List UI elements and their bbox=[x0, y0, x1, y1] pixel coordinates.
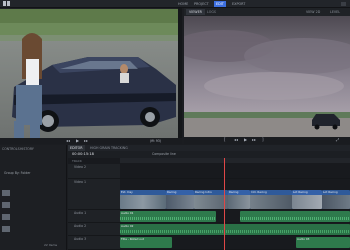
clip-label: Title - Rolled out bbox=[121, 237, 144, 241]
clip-label: Audio 03 bbox=[297, 237, 310, 241]
timeline-ruler[interactable] bbox=[120, 158, 350, 163]
level-select[interactable]: LEVEL bbox=[330, 9, 340, 15]
step-forward-icon[interactable]: ▸▸ bbox=[252, 137, 256, 143]
app-logo bbox=[3, 1, 13, 7]
step-back-icon[interactable]: ◂◂ bbox=[66, 138, 70, 144]
track-name: Audio 2 bbox=[74, 224, 87, 228]
track-name: Audio 1 bbox=[74, 211, 87, 215]
in-point-icon[interactable]: [ bbox=[224, 137, 226, 143]
track-lane-video-2[interactable] bbox=[120, 164, 350, 179]
clip-label: Lot Racing bbox=[323, 190, 338, 194]
workspace-edit[interactable]: EDIT bbox=[214, 1, 226, 7]
clip-label: Racing Intro bbox=[195, 190, 212, 194]
clip-label: Intr. Racing bbox=[251, 190, 267, 194]
media-thumbnail bbox=[2, 202, 10, 208]
track-lane-audio-2[interactable]: Audio 02 bbox=[120, 223, 350, 236]
media-bin-panel: CONTROLS HISTORY Group By: Folder 22 ite… bbox=[0, 145, 67, 250]
program-viewer-panel: VIEWER LOGS VIEW 2D LEVEL [ ◂◂ ▶ ▸▸] ⤢ bbox=[184, 8, 350, 144]
media-scrollbar[interactable] bbox=[178, 8, 182, 138]
tab-history[interactable]: HISTORY bbox=[20, 146, 34, 152]
timeline-panel: EDITOR HIGH GRAIN TRACKING 00:00:15:18 C… bbox=[68, 145, 350, 250]
track-header-video-1[interactable]: Video 1 bbox=[68, 179, 120, 210]
video-clip[interactable]: Racing bbox=[166, 190, 194, 209]
tab-logs[interactable]: LOGS bbox=[204, 9, 219, 15]
video-clip[interactable]: Ext. Day bbox=[120, 190, 166, 209]
media-thumbnail bbox=[2, 190, 10, 196]
audio-clip[interactable]: Audio 03 bbox=[296, 237, 350, 248]
media-viewer-panel: ◂◂ ▶ ▸▸ (fit 93) bbox=[0, 8, 182, 144]
media-preview-image bbox=[0, 9, 178, 138]
track-header-video-2[interactable]: Video 2 bbox=[68, 164, 120, 179]
track-name: Video 2 bbox=[74, 165, 86, 169]
track-header: TRACK bbox=[72, 159, 82, 163]
list-item[interactable] bbox=[2, 190, 64, 197]
list-item[interactable] bbox=[2, 214, 64, 221]
clip-label: Racing bbox=[229, 190, 239, 194]
playhead[interactable] bbox=[224, 158, 225, 250]
group-by-select[interactable]: Group By: Folder bbox=[4, 171, 31, 175]
clip-label: Audio 01 bbox=[121, 211, 134, 215]
track-lane-audio-3[interactable]: Title - Rolled out Audio 03 bbox=[120, 236, 350, 250]
timeline-toolbar: 00:00:15:18 Composite line bbox=[68, 151, 350, 158]
audio-clip[interactable] bbox=[240, 211, 350, 222]
audio-clip[interactable]: Title - Rolled out bbox=[120, 237, 172, 248]
clip-label: Ext. Day bbox=[121, 190, 133, 194]
view-mode-select[interactable]: VIEW 2D bbox=[306, 9, 320, 15]
timecode-display[interactable]: 00:00:15:18 bbox=[72, 152, 94, 156]
viewer-tabs: VIEWER LOGS VIEW 2D LEVEL bbox=[184, 8, 350, 16]
play-icon[interactable]: ▶ bbox=[244, 137, 247, 143]
track-name: Video 1 bbox=[74, 180, 86, 184]
viewer-controls-bar: [ ◂◂ ▶ ▸▸ ] ⤢ bbox=[184, 137, 350, 144]
video-clip[interactable]: Lot Racing bbox=[322, 190, 350, 209]
list-item[interactable] bbox=[2, 226, 64, 233]
track-name: Audio 3 bbox=[74, 237, 87, 241]
step-back-icon[interactable]: ◂◂ bbox=[234, 137, 238, 143]
track-header-audio-2[interactable]: Audio 2 bbox=[68, 223, 120, 236]
fullscreen-icon[interactable]: ⤢ bbox=[336, 137, 339, 143]
item-count: 22 items bbox=[44, 243, 58, 247]
video-clip[interactable]: Intr. Racing bbox=[250, 190, 292, 209]
media-thumbnail bbox=[2, 214, 10, 220]
video-clip[interactable]: Racing Intro bbox=[194, 190, 228, 209]
zoom-label[interactable]: (fit 93) bbox=[150, 138, 161, 144]
track-lane-video-1[interactable]: Ext. Day Racing Racing Intro Racing Intr… bbox=[120, 179, 350, 210]
tab-controls[interactable]: CONTROLS bbox=[2, 146, 20, 152]
menu-icon[interactable] bbox=[341, 2, 346, 6]
composite-label: Composite line bbox=[152, 152, 176, 156]
audio-clip[interactable]: Audio 02 bbox=[120, 224, 350, 235]
media-preview-frame bbox=[0, 9, 178, 138]
out-point-icon[interactable]: ] bbox=[262, 137, 264, 143]
media-thumbnail bbox=[2, 226, 10, 232]
clip-label: Lot Racing bbox=[293, 190, 308, 194]
video-clip[interactable]: Racing bbox=[228, 190, 250, 209]
workspace-export[interactable]: EXPORT bbox=[230, 1, 247, 7]
clip-label: Audio 02 bbox=[121, 224, 134, 228]
video-clip[interactable]: Lot Racing bbox=[292, 190, 322, 209]
track-header-audio-1[interactable]: Audio 1 bbox=[68, 210, 120, 223]
tab-viewer[interactable]: VIEWER bbox=[186, 9, 205, 15]
clip-label: Racing bbox=[167, 190, 177, 194]
workspace-project[interactable]: PROJECT bbox=[192, 1, 211, 7]
app-topbar: HOME PROJECT EDIT EXPORT bbox=[0, 0, 350, 8]
program-preview-frame bbox=[184, 16, 350, 137]
audio-clip[interactable]: Audio 01 bbox=[120, 211, 216, 222]
media-controls-bar: ◂◂ ▶ ▸▸ (fit 93) bbox=[0, 138, 182, 144]
list-item[interactable] bbox=[2, 202, 64, 209]
play-icon[interactable]: ▶ bbox=[76, 138, 79, 144]
program-preview-image bbox=[184, 16, 350, 137]
track-lane-audio-1[interactable]: Audio 01 bbox=[120, 210, 350, 223]
workspace-home[interactable]: HOME bbox=[176, 1, 190, 7]
step-forward-icon[interactable]: ▸▸ bbox=[84, 138, 88, 144]
track-header-audio-3[interactable]: Audio 3 bbox=[68, 236, 120, 250]
